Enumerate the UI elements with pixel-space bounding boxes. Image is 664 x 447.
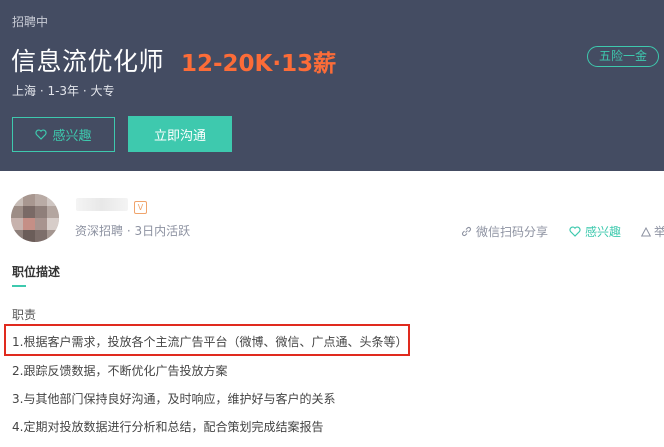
- recruiter-info: 资深招聘 · 3日内活跃: [75, 224, 191, 238]
- duties-label: 职责: [12, 308, 37, 322]
- benefit-tag: 五险一金: [587, 46, 659, 67]
- section-underline: [12, 285, 26, 287]
- share-label: 微信扫码分享: [476, 225, 549, 239]
- wechat-share-link[interactable]: 微信扫码分享: [461, 223, 548, 240]
- recruiter-name-redacted: [76, 198, 128, 211]
- heart-icon: [35, 129, 48, 140]
- chat-now-label: 立即沟通: [153, 128, 206, 144]
- duty-item: 2.跟踪反馈数据，不断优化广告投放方案: [12, 364, 228, 378]
- link-icon: [461, 226, 472, 237]
- heart-icon: [569, 226, 581, 237]
- favorite-label: 感兴趣: [585, 225, 622, 239]
- avatar[interactable]: [11, 194, 59, 242]
- salary: 12-20K·13薪: [181, 51, 337, 77]
- verified-badge: V: [134, 201, 147, 214]
- warning-icon: [641, 226, 651, 236]
- favorite-link[interactable]: 感兴趣: [569, 223, 621, 240]
- chat-now-button[interactable]: 立即沟通: [128, 116, 232, 152]
- interest-button-label: 感兴趣: [52, 129, 92, 144]
- duty-item: 3.与其他部门保持良好沟通，及时响应，维护好与客户的关系: [12, 392, 336, 406]
- job-title: 信息流优化师: [11, 47, 165, 76]
- duty-item: 4.定期对投放数据进行分析和总结，配合策划完成结案报告: [12, 420, 324, 434]
- recruiting-status: 招聘中: [12, 15, 49, 29]
- report-link[interactable]: 举: [641, 223, 664, 240]
- section-title: 职位描述: [12, 265, 61, 279]
- job-header: 招聘中 信息流优化师 12-20K·13薪 上海 · 1-3年 · 大专 五险一…: [0, 0, 664, 171]
- interest-button[interactable]: 感兴趣: [12, 117, 115, 152]
- highlight-box: [4, 324, 410, 356]
- job-meta: 上海 · 1-3年 · 大专: [12, 84, 115, 98]
- report-label: 举: [654, 225, 664, 239]
